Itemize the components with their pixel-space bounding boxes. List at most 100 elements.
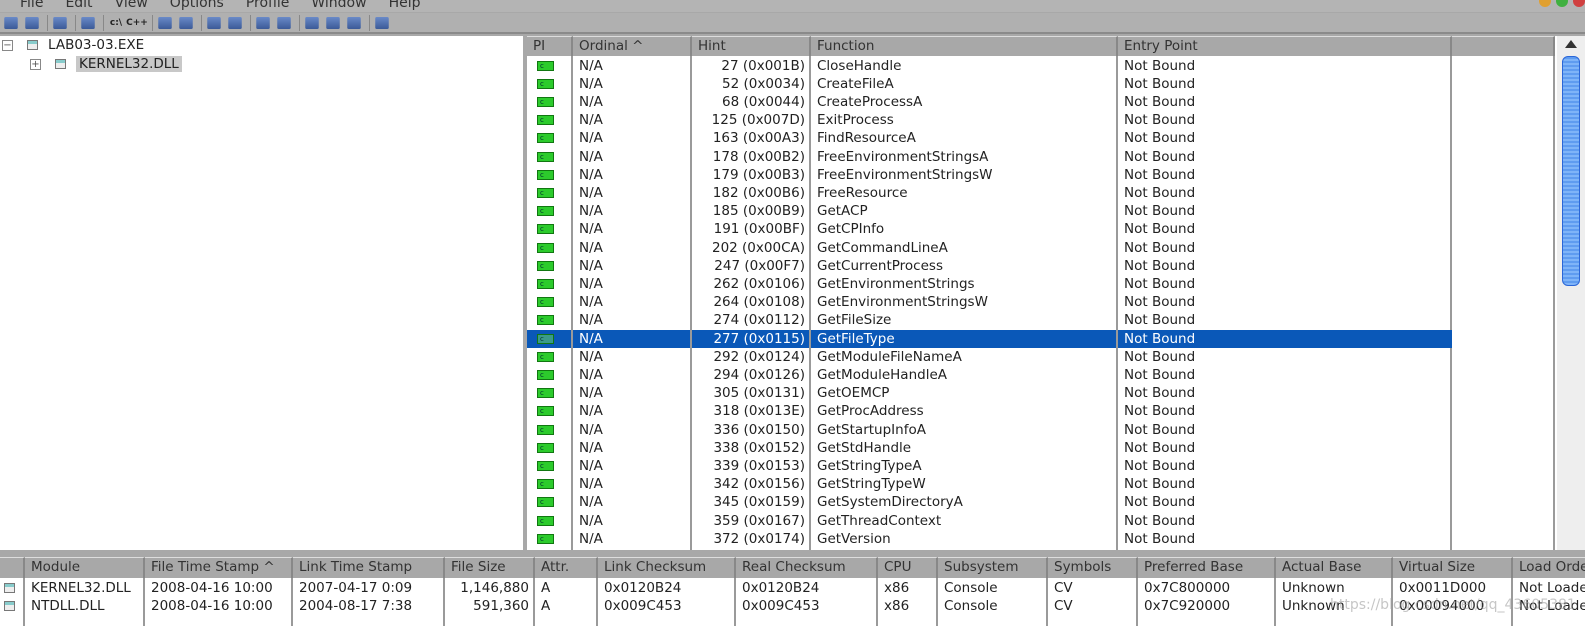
- import-row[interactable]: c N/A 342 (0x0156) GetStringTypeW Not Bound: [527, 475, 1585, 493]
- ordinal-cell: N/A: [579, 512, 603, 529]
- collapse-icon[interactable]: −: [2, 39, 13, 51]
- column-header-blank[interactable]: [1452, 36, 1555, 56]
- c--icon[interactable]: C++: [126, 15, 148, 31]
- copy-icon[interactable]: [81, 16, 95, 29]
- maximize-button[interactable]: [1556, 0, 1568, 7]
- tree-node-kernel32[interactable]: + KERNEL32.DLL: [30, 55, 182, 73]
- find-icon[interactable]: [53, 16, 67, 29]
- import-row[interactable]: c N/A 274 (0x0112) GetFileSize Not Bound: [527, 311, 1585, 329]
- ordinal-cell: N/A: [579, 75, 603, 92]
- pi-cell: c: [527, 75, 571, 93]
- import-row[interactable]: c N/A 185 (0x00B9) GetACP Not Bound: [527, 202, 1585, 220]
- module-column-header-symbols[interactable]: Symbols: [1048, 557, 1138, 578]
- c--icon[interactable]: c:\: [107, 15, 125, 31]
- import-row[interactable]: c N/A 277 (0x0115) GetFileType Not Bound: [527, 329, 1585, 348]
- module-column-header-module[interactable]: Module: [25, 557, 145, 578]
- tile-v-icon[interactable]: [347, 16, 361, 29]
- import-row[interactable]: c N/A 202 (0x00CA) GetCommandLineA Not Bound: [527, 239, 1585, 257]
- pi-cell: c: [527, 57, 571, 75]
- import-row[interactable]: c N/A 318 (0x013E) GetProcAddress Not Bound: [527, 402, 1585, 420]
- properties-icon[interactable]: [179, 16, 193, 29]
- toolbar-separator: [250, 14, 251, 31]
- toolbar-separator: [201, 14, 202, 31]
- import-row[interactable]: c N/A 125 (0x007D) ExitProcess Not Bound: [527, 111, 1585, 129]
- module-column-header-preferred-base[interactable]: Preferred Base: [1138, 557, 1276, 578]
- explore-icon[interactable]: [228, 16, 242, 29]
- hint-cell: 262 (0x0106): [713, 275, 805, 292]
- tile-h-icon[interactable]: [326, 16, 340, 29]
- vertical-scrollbar[interactable]: [1557, 36, 1585, 550]
- import-row[interactable]: c N/A 178 (0x00B2) FreeEnvironmentStringsA N…: [527, 148, 1585, 166]
- import-row[interactable]: c N/A 372 (0x0174) GetVersion Not Bound: [527, 530, 1585, 548]
- tree-node-root[interactable]: − LAB03-03.EXE: [2, 36, 144, 54]
- import-row[interactable]: c N/A 264 (0x0108) GetEnvironmentStringsW No…: [527, 293, 1585, 311]
- system-info-icon[interactable]: [207, 16, 221, 29]
- import-row[interactable]: c N/A 292 (0x0124) GetModuleFileNameA Not Bo…: [527, 348, 1585, 366]
- module-column-header[interactable]: [0, 557, 25, 578]
- module-column-header-attr[interactable]: Attr.: [535, 557, 598, 578]
- sort-icon[interactable]: [256, 16, 270, 29]
- import-row[interactable]: c N/A 247 (0x00F7) GetCurrentProcess Not Bou…: [527, 257, 1585, 275]
- menu-options[interactable]: Options: [170, 0, 224, 11]
- menu-edit[interactable]: Edit: [65, 0, 92, 11]
- expand-icon[interactable]: +: [30, 58, 41, 70]
- column-header-ordinal[interactable]: Ordinal ^: [573, 36, 692, 56]
- import-row[interactable]: c N/A 262 (0x0106) GetEnvironmentStrings Not…: [527, 275, 1585, 293]
- import-row[interactable]: c N/A 182 (0x00B6) FreeResource Not Bound: [527, 184, 1585, 202]
- import-row[interactable]: c N/A 339 (0x0153) GetStringTypeA Not Bound: [527, 457, 1585, 475]
- import-row[interactable]: c N/A 68 (0x0044) CreateProcessA Not Bound: [527, 93, 1585, 111]
- autoexpand-icon[interactable]: [277, 16, 291, 29]
- undecorate-icon[interactable]: [158, 16, 172, 29]
- close-button[interactable]: [1573, 0, 1585, 7]
- minimize-button[interactable]: [1539, 0, 1551, 7]
- hint-cell: 178 (0x00B2): [712, 148, 805, 165]
- entry-point-cell: Not Bound: [1124, 439, 1196, 456]
- module-column-header-file-time-stamp[interactable]: File Time Stamp ^: [145, 557, 293, 578]
- ordinal-cell: N/A: [579, 184, 603, 201]
- menu-profile[interactable]: Profile: [246, 0, 290, 11]
- module-cell: NTDLL.DLL: [31, 598, 105, 614]
- import-row[interactable]: c N/A 52 (0x0034) CreateFileA Not Bound: [527, 75, 1585, 93]
- function-cell: FreeEnvironmentStringsW: [817, 166, 993, 183]
- import-row[interactable]: c N/A 27 (0x001B) CloseHandle Not Bound: [527, 57, 1585, 75]
- import-row[interactable]: c N/A 294 (0x0126) GetModuleHandleA Not Boun…: [527, 366, 1585, 384]
- menu-view[interactable]: View: [115, 0, 148, 11]
- import-row[interactable]: c N/A 163 (0x00A3) FindResourceA Not Bound: [527, 129, 1585, 147]
- save-icon[interactable]: [25, 16, 39, 29]
- import-row[interactable]: c N/A 336 (0x0150) GetStartupInfoA Not Bound: [527, 421, 1585, 439]
- open-icon[interactable]: [4, 16, 18, 29]
- scroll-up-arrow-icon[interactable]: [1565, 40, 1577, 48]
- module-column-header-link-time-stamp[interactable]: Link Time Stamp: [293, 557, 445, 578]
- ordinal-cell: N/A: [579, 312, 603, 329]
- module-column-header-load-order[interactable]: Load Order: [1513, 557, 1585, 578]
- pi-cell: c: [527, 184, 571, 202]
- column-header-entry-point[interactable]: Entry Point: [1118, 36, 1452, 56]
- column-header-pi[interactable]: PI: [527, 36, 573, 56]
- module-column-header-link-checksum[interactable]: Link Checksum: [598, 557, 736, 578]
- pi-cell: c: [527, 148, 571, 166]
- module-row[interactable]: KERNEL32.DLL 2008-04-16 10:00 2007-04-17 0…: [0, 579, 1585, 597]
- import-row[interactable]: c N/A 305 (0x0131) GetOEMCP Not Bound: [527, 384, 1585, 402]
- pi-cell: c: [527, 512, 571, 530]
- menu-help[interactable]: Help: [389, 0, 421, 11]
- module-row[interactable]: NTDLL.DLL 2008-04-16 10:00 2004-08-17 7:38…: [0, 597, 1585, 615]
- module-column-header-real-checksum[interactable]: Real Checksum: [736, 557, 878, 578]
- module-column-header-actual-base[interactable]: Actual Base: [1276, 557, 1393, 578]
- import-row[interactable]: c N/A 338 (0x0152) GetStdHandle Not Bound: [527, 439, 1585, 457]
- cascade-icon[interactable]: [305, 16, 319, 29]
- import-row[interactable]: c N/A 359 (0x0167) GetThreadContext Not Boun…: [527, 512, 1585, 530]
- entry-point-cell: Not Bound: [1124, 275, 1196, 292]
- column-header-function[interactable]: Function: [811, 36, 1118, 56]
- menu-window[interactable]: Window: [311, 0, 366, 11]
- import-row[interactable]: c N/A 345 (0x0159) GetSystemDirectoryA Not B…: [527, 493, 1585, 511]
- module-column-header-subsystem[interactable]: Subsystem: [938, 557, 1048, 578]
- scroll-thumb[interactable]: [1562, 56, 1580, 286]
- menu-file[interactable]: File: [20, 0, 43, 11]
- import-row[interactable]: c N/A 179 (0x00B3) FreeEnvironmentStringsW N…: [527, 166, 1585, 184]
- module-column-header-cpu[interactable]: CPU: [878, 557, 938, 578]
- module-column-header-virtual-size[interactable]: Virtual Size: [1393, 557, 1513, 578]
- import-row[interactable]: c N/A 191 (0x00BF) GetCPInfo Not Bound: [527, 220, 1585, 238]
- column-header-hint[interactable]: Hint: [692, 36, 811, 56]
- help-icon[interactable]: [375, 16, 389, 29]
- module-column-header-file-size[interactable]: File Size: [445, 557, 535, 578]
